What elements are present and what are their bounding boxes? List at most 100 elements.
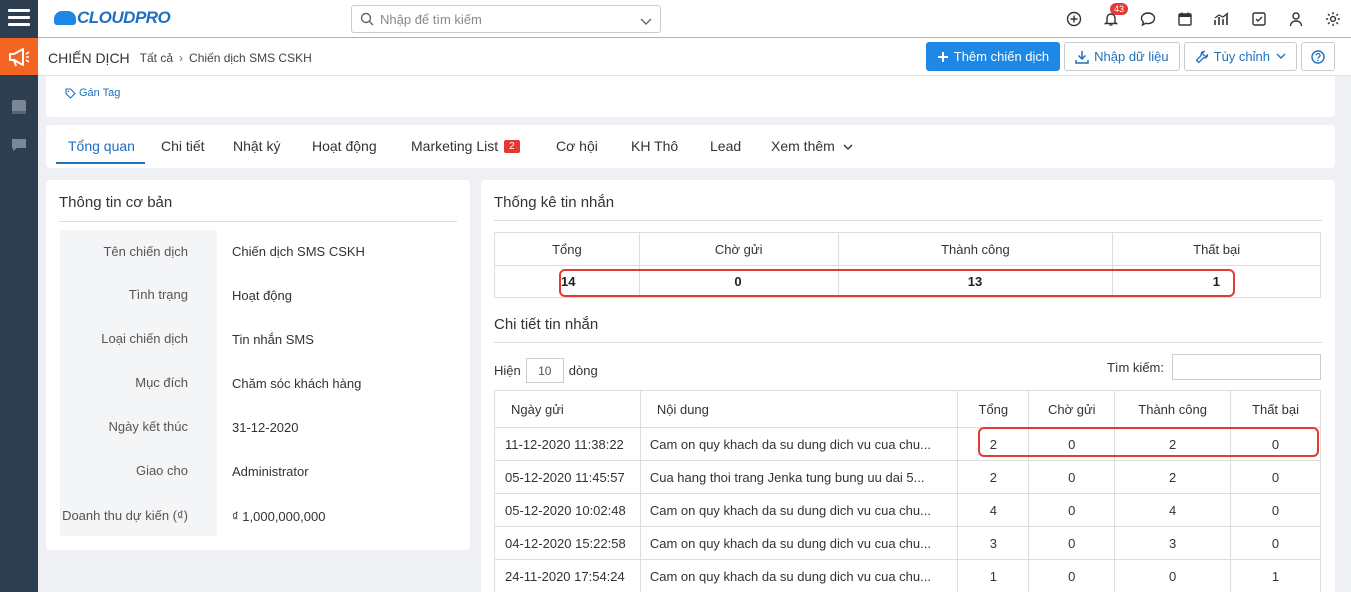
message-content: Cam on quy khach da su dung dich vu cua … xyxy=(639,526,959,560)
highlight-box xyxy=(559,269,1235,297)
field-label: Doanh thu dự kiến (₫) xyxy=(62,508,188,523)
sent-date: 05-12-2020 10:02:48 xyxy=(494,493,641,527)
table-search-input[interactable] xyxy=(1172,354,1321,380)
stats-header: Tổng xyxy=(494,232,640,266)
count-success: 0 xyxy=(1114,559,1232,592)
column-header[interactable]: Thành công xyxy=(1114,390,1232,428)
count-failed: 0 xyxy=(1230,526,1321,560)
chevron-down-icon[interactable] xyxy=(640,14,652,29)
tab-more[interactable]: Xem thêm xyxy=(771,138,853,154)
column-header[interactable]: Thất bại xyxy=(1230,390,1321,428)
message-icon[interactable] xyxy=(1138,9,1158,29)
sent-date: 05-12-2020 11:45:57 xyxy=(494,460,641,494)
detail-title: Chi tiết tin nhắn xyxy=(494,316,599,333)
count-success: 3 xyxy=(1114,526,1232,560)
stats-title: Thống kê tin nhắn xyxy=(494,194,615,211)
user-icon[interactable] xyxy=(1286,9,1306,29)
field-label: Tình trạng xyxy=(128,287,188,302)
calendar-icon[interactable] xyxy=(1175,9,1195,29)
logo-text: CLOUDPRO xyxy=(77,8,171,27)
menu-icon[interactable] xyxy=(8,9,30,27)
tab-log[interactable]: Nhật ký xyxy=(233,138,280,154)
column-header[interactable]: Chờ gửi xyxy=(1028,390,1116,428)
tab-opportunities[interactable]: Cơ hội xyxy=(556,138,598,154)
left-rail xyxy=(0,0,38,592)
customize-button[interactable]: Tùy chỉnh xyxy=(1183,42,1297,71)
app-logo[interactable]: CLOUDPRO xyxy=(54,8,171,28)
message-detail-table: Ngày gửi Nội dung Tổng Chờ gửi Thành côn… xyxy=(494,390,1321,592)
tab-activities[interactable]: Hoạt động xyxy=(312,138,377,154)
count-failed: 1 xyxy=(1230,559,1321,592)
field-value: Hoạt động xyxy=(232,288,292,303)
count-pending: 0 xyxy=(1028,460,1116,494)
task-check-icon[interactable] xyxy=(1249,9,1269,29)
count-total: 2 xyxy=(957,460,1030,494)
chat-icon[interactable] xyxy=(0,137,38,153)
count-failed: 0 xyxy=(1230,493,1321,527)
stats-header: Thất bại xyxy=(1112,232,1321,266)
column-header[interactable]: Ngày gửi xyxy=(494,390,641,428)
campaign-module-icon[interactable] xyxy=(0,38,38,75)
stats-header: Chờ gửi xyxy=(638,232,839,266)
field-label: Tên chiến dịch xyxy=(103,244,188,259)
download-icon xyxy=(1075,50,1089,64)
field-value: 31-12-2020 xyxy=(232,420,299,435)
count-total: 1 xyxy=(957,559,1030,592)
import-data-button[interactable]: Nhập dữ liệu xyxy=(1064,42,1180,71)
count-pending: 0 xyxy=(1028,493,1116,527)
table-row[interactable]: 05-12-2020 11:45:57 Cua hang thoi trang … xyxy=(494,460,1321,494)
help-icon xyxy=(1311,49,1325,64)
message-stats-card: Thống kê tin nhắn Tổng Chờ gửi Thành côn… xyxy=(481,180,1335,592)
book-icon[interactable] xyxy=(0,98,38,116)
bell-icon[interactable]: 43 xyxy=(1101,3,1129,29)
table-row[interactable]: 24-11-2020 17:54:24 Cam on quy khach da … xyxy=(494,559,1321,592)
tab-overview[interactable]: Tổng quan xyxy=(68,138,135,154)
tab-lead[interactable]: Lead xyxy=(710,138,741,154)
help-button[interactable] xyxy=(1301,42,1335,71)
breadcrumb-module[interactable]: CHIẾN DỊCH xyxy=(48,50,130,66)
tab-marketing-list[interactable]: Marketing List 2 xyxy=(411,138,520,154)
plus-icon xyxy=(937,51,949,63)
field-value: Administrator xyxy=(232,464,309,479)
marketing-list-badge: 2 xyxy=(504,140,520,153)
show-prefix: Hiện xyxy=(494,363,521,378)
search-input[interactable] xyxy=(380,11,630,28)
sent-date: 11-12-2020 11:38:22 xyxy=(494,427,641,461)
table-row[interactable]: 05-12-2020 10:02:48 Cam on quy khach da … xyxy=(494,493,1321,527)
breadcrumb-all[interactable]: Tất cả xyxy=(140,51,173,65)
assign-tag-link[interactable]: Gán Tag xyxy=(65,87,120,99)
notification-badge: 43 xyxy=(1110,3,1129,15)
add-icon[interactable] xyxy=(1064,9,1084,29)
customize-label: Tùy chỉnh xyxy=(1213,49,1270,64)
tab-more-label: Xem thêm xyxy=(771,138,835,154)
table-search: Tìm kiếm: xyxy=(1107,354,1321,380)
highlight-box xyxy=(978,427,1319,457)
stats-header: Thành công xyxy=(837,232,1114,266)
tab-raw-customers[interactable]: KH Thô xyxy=(631,138,678,154)
add-campaign-button[interactable]: Thêm chiến dịch xyxy=(925,42,1061,71)
tag-bar: Gán Tag xyxy=(46,76,1335,117)
table-row[interactable]: 04-12-2020 15:22:58 Cam on quy khach da … xyxy=(494,526,1321,560)
chevron-down-icon xyxy=(1276,53,1286,60)
message-content: Cam on quy khach da su dung dich vu cua … xyxy=(639,559,959,592)
field-value: ₫ 1,000,000,000 xyxy=(232,509,326,524)
count-total: 3 xyxy=(957,526,1030,560)
add-campaign-label: Thêm chiến dịch xyxy=(953,49,1050,64)
basic-info-card: Thông tin cơ bản Tên chiến dịch Chiến dị… xyxy=(46,180,470,550)
table-search-label: Tìm kiếm: xyxy=(1106,359,1164,375)
column-header[interactable]: Nội dung xyxy=(639,390,959,428)
top-bar: CLOUDPRO 43 xyxy=(38,0,1351,38)
global-search[interactable] xyxy=(351,5,661,33)
field-label: Ngày kết thúc xyxy=(108,419,189,434)
column-header[interactable]: Tổng xyxy=(957,390,1030,428)
breadcrumb: CHIẾN DỊCH Tất cả › Chiến dịch SMS CSKH xyxy=(48,50,312,66)
search-icon xyxy=(360,12,374,29)
import-data-label: Nhập dữ liệu xyxy=(1094,49,1169,64)
message-content: Cua hang thoi trang Jenka tung bung uu d… xyxy=(639,460,959,494)
tab-details[interactable]: Chi tiết xyxy=(161,138,205,154)
message-content: Cam on quy khach da su dung dich vu cua … xyxy=(639,427,959,461)
gear-icon[interactable] xyxy=(1323,9,1343,29)
page-size-input[interactable]: 10 xyxy=(525,358,564,383)
field-label: Mục đích xyxy=(135,375,188,390)
report-chart-icon[interactable] xyxy=(1212,9,1232,29)
